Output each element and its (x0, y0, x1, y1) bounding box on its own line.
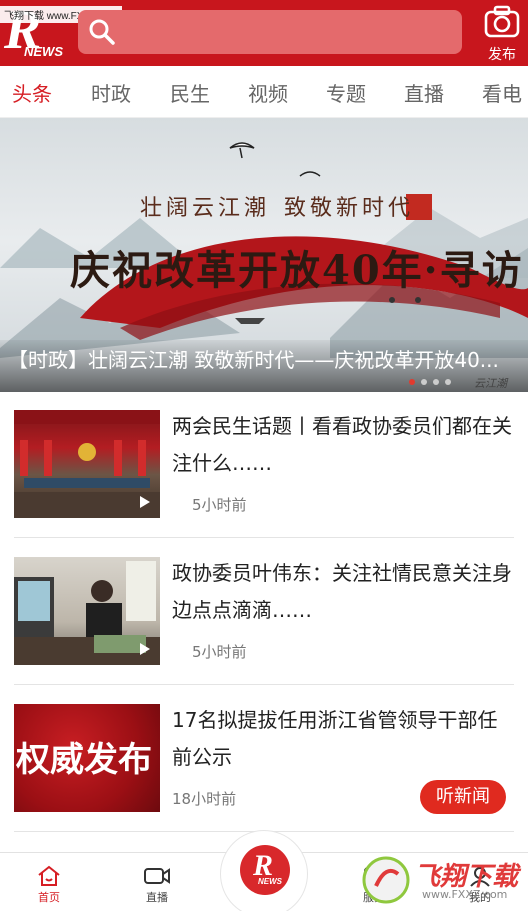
article-time: 5小时前 (192, 643, 247, 661)
app-header: R NEWS 飞翔下载 www.FXXZ.com 发布 (0, 0, 528, 66)
tab-livelihood[interactable]: 民生 (170, 78, 210, 107)
video-camera-icon (144, 868, 170, 884)
article-time: 5小时前 (192, 496, 247, 514)
listen-news-button[interactable]: 听新闻 (420, 780, 506, 814)
office-image (14, 561, 160, 665)
watermark-logo-icon (362, 856, 410, 904)
category-tabs: 头条 时政 民生 视频 专题 直播 看电 (0, 66, 528, 118)
search-icon (89, 19, 115, 45)
nav-live[interactable]: 直播 (127, 865, 187, 905)
banner-headline: 庆祝改革开放40年·寻访 (70, 247, 524, 294)
article-time: 18小时前 (172, 790, 237, 808)
article-thumbnail (14, 557, 160, 665)
r-news-center-button[interactable]: R NEWS (220, 830, 308, 911)
article-title: 17名拟提拔任用浙江省管领导干部任前公示 (172, 708, 498, 769)
banner-caption: 【时政】壮阔云江潮 致敬新时代——庆祝改革开放40... (8, 348, 499, 372)
center-logo-subtitle: NEWS (258, 877, 282, 886)
tab-politics[interactable]: 时政 (91, 78, 131, 107)
banner-tagline-2: 致敬新时代 (284, 196, 415, 221)
banner-tagline-1: 壮阔云江潮 (140, 196, 271, 221)
watermark-url: www.FXXZ.com (422, 888, 508, 901)
tab-topics[interactable]: 专题 (326, 78, 366, 107)
list-item[interactable]: 两会民生话题丨看看政协委员们都在关注什么…… 5小时前 (14, 410, 514, 538)
hall-image (14, 410, 160, 518)
play-icon (140, 496, 150, 508)
list-item[interactable]: 权威发布 17名拟提拔任用浙江省管领导干部任前公示 18小时前 听新闻 (14, 704, 514, 832)
article-thumbnail: 权威发布 (14, 704, 160, 812)
list-item[interactable]: 政协委员叶伟东：关注社情民意关注身边点点滴滴…… 5小时前 (14, 557, 514, 685)
search-bar[interactable] (78, 10, 462, 54)
home-icon (38, 865, 60, 886)
article-thumbnail (14, 410, 160, 518)
r-news-logo-icon: R NEWS (240, 845, 290, 895)
featured-banner[interactable]: 壮阔云江潮 致敬新时代 庆祝改革开放40年·寻访 【时政】壮阔云江潮 致敬新时代… (0, 118, 528, 392)
nav-label: 直播 (146, 891, 168, 904)
publish-label: 发布 (488, 47, 516, 63)
tab-headlines[interactable]: 头条 (12, 78, 52, 107)
camera-icon (484, 5, 520, 38)
thumbnail-text: 权威发布 (16, 740, 152, 780)
tab-tv[interactable]: 看电 (482, 78, 522, 107)
article-title: 两会民生话题丨看看政协委员们都在关注什么…… (172, 414, 512, 475)
tab-live[interactable]: 直播 (404, 78, 444, 107)
carousel-indicator (409, 379, 451, 385)
logo-subtitle: NEWS (24, 44, 63, 59)
watermark-badge: 飞翔下载 www.FXXZ.com (360, 852, 528, 908)
nav-home[interactable]: 首页 (19, 865, 79, 905)
banner-source-label: 云江潮 (474, 377, 507, 390)
tab-video[interactable]: 视频 (248, 78, 288, 107)
article-title: 政协委员叶伟东：关注社情民意关注身边点点滴滴…… (172, 561, 512, 622)
play-icon (140, 643, 150, 655)
nav-label: 首页 (38, 891, 60, 904)
publish-button[interactable]: 发布 (476, 2, 528, 64)
